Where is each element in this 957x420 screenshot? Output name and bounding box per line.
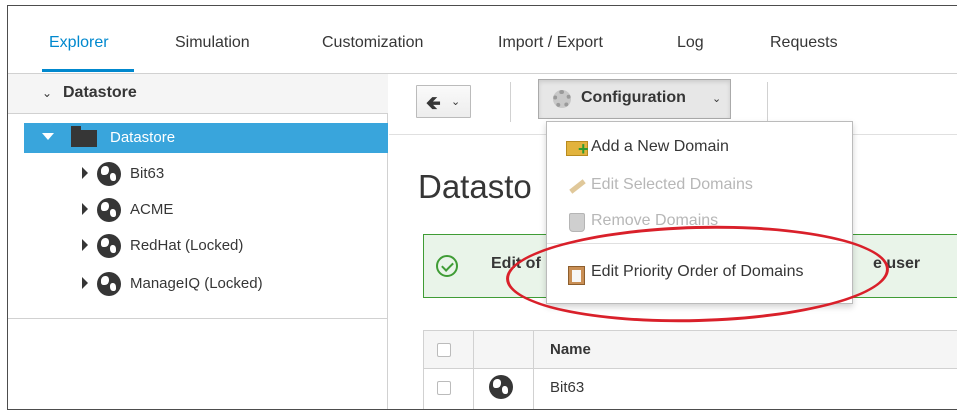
column-divider [533, 331, 534, 409]
globe-icon [489, 375, 513, 399]
tree-node-acme[interactable]: ACME [24, 193, 388, 229]
caret-right-icon[interactable] [82, 277, 88, 289]
tab-import-export[interactable]: Import / Export [498, 34, 603, 52]
tree-node-redhat[interactable]: RedHat (Locked) [24, 229, 388, 265]
tab-requests[interactable]: Requests [770, 34, 838, 52]
select-all-checkbox[interactable] [437, 343, 451, 357]
menu-item-label: Remove Domains [591, 212, 719, 229]
arrow-left-icon: 🡸 [426, 93, 441, 113]
chevron-down-icon: ⌄ [42, 86, 53, 100]
caret-down-icon[interactable] [42, 133, 54, 140]
back-button[interactable]: 🡸 ⌄ [416, 85, 471, 118]
gear-icon [553, 90, 571, 108]
domains-table: Name Bit63 [423, 330, 957, 409]
chevron-down-icon: ⌄ [712, 93, 722, 105]
active-tab-indicator [42, 69, 134, 72]
menu-item-remove-domains[interactable]: Remove Domains [547, 206, 852, 238]
tree-node-label: Bit63 [130, 165, 165, 182]
top-nav: Explorer Simulation Customization Import… [8, 6, 957, 74]
accordion-title: Datastore [63, 84, 137, 101]
tree-node-label: ManageIQ (Locked) [130, 275, 263, 292]
accordion-header-datastore[interactable]: ⌄ Datastore [8, 74, 388, 114]
tree-node-manageiq[interactable]: ManageIQ (Locked) [24, 267, 388, 303]
pencil-icon [569, 179, 586, 194]
row-checkbox[interactable] [437, 381, 451, 395]
tree-node-datastore-root[interactable]: Datastore [24, 123, 388, 153]
menu-item-edit-priority-order[interactable]: Edit Priority Order of Domains [547, 257, 852, 289]
table-cell-name[interactable]: Bit63 [550, 379, 584, 396]
toolbar-divider [510, 82, 511, 122]
menu-item-label: Edit Priority Order of Domains [591, 263, 804, 280]
tree-node-label: RedHat (Locked) [130, 237, 244, 254]
menu-item-edit-domains[interactable]: Edit Selected Domains [547, 170, 852, 202]
tree-node-label: ACME [130, 201, 174, 218]
tab-explorer[interactable]: Explorer [49, 34, 109, 52]
toolbar-divider [767, 82, 768, 122]
caret-right-icon[interactable] [82, 167, 88, 179]
globe-icon [97, 272, 121, 296]
caret-right-icon[interactable] [82, 239, 88, 251]
check-circle-icon [436, 255, 458, 277]
configuration-label: Configuration [581, 89, 686, 106]
configuration-button[interactable]: Configuration ⌄ [538, 79, 731, 119]
tab-simulation[interactable]: Simulation [175, 34, 250, 52]
column-divider [473, 331, 474, 409]
tree-node-bit63[interactable]: Bit63 [24, 157, 388, 193]
globe-icon [97, 162, 121, 186]
folder-add-icon [566, 140, 589, 158]
chevron-down-icon: ⌄ [451, 96, 461, 108]
configuration-dropdown-menu: Add a New Domain Edit Selected Domains R… [546, 121, 853, 304]
trash-icon [569, 213, 585, 232]
divider [8, 318, 388, 319]
globe-icon [97, 234, 121, 258]
tab-log[interactable]: Log [677, 34, 704, 52]
menu-item-label: Edit Selected Domains [591, 176, 753, 193]
alert-message-start: Edit of [491, 255, 541, 272]
menu-item-add-domain[interactable]: Add a New Domain [547, 132, 852, 164]
tab-customization[interactable]: Customization [322, 34, 423, 52]
app-window: Explorer Simulation Customization Import… [7, 5, 957, 410]
clipboard-icon [568, 266, 585, 285]
table-header: Name [424, 331, 957, 369]
alert-message-end: e user [873, 255, 921, 272]
globe-icon [97, 198, 121, 222]
menu-divider [547, 243, 852, 244]
page-title: Datasto [418, 168, 532, 205]
menu-item-label: Add a New Domain [591, 138, 729, 155]
caret-right-icon[interactable] [82, 203, 88, 215]
tree-node-label: Datastore [110, 129, 176, 146]
folder-icon [71, 126, 97, 147]
column-header-name[interactable]: Name [550, 341, 591, 358]
sidebar: ⌄ Datastore Datastore Bit63 ACME RedHat … [8, 74, 388, 409]
